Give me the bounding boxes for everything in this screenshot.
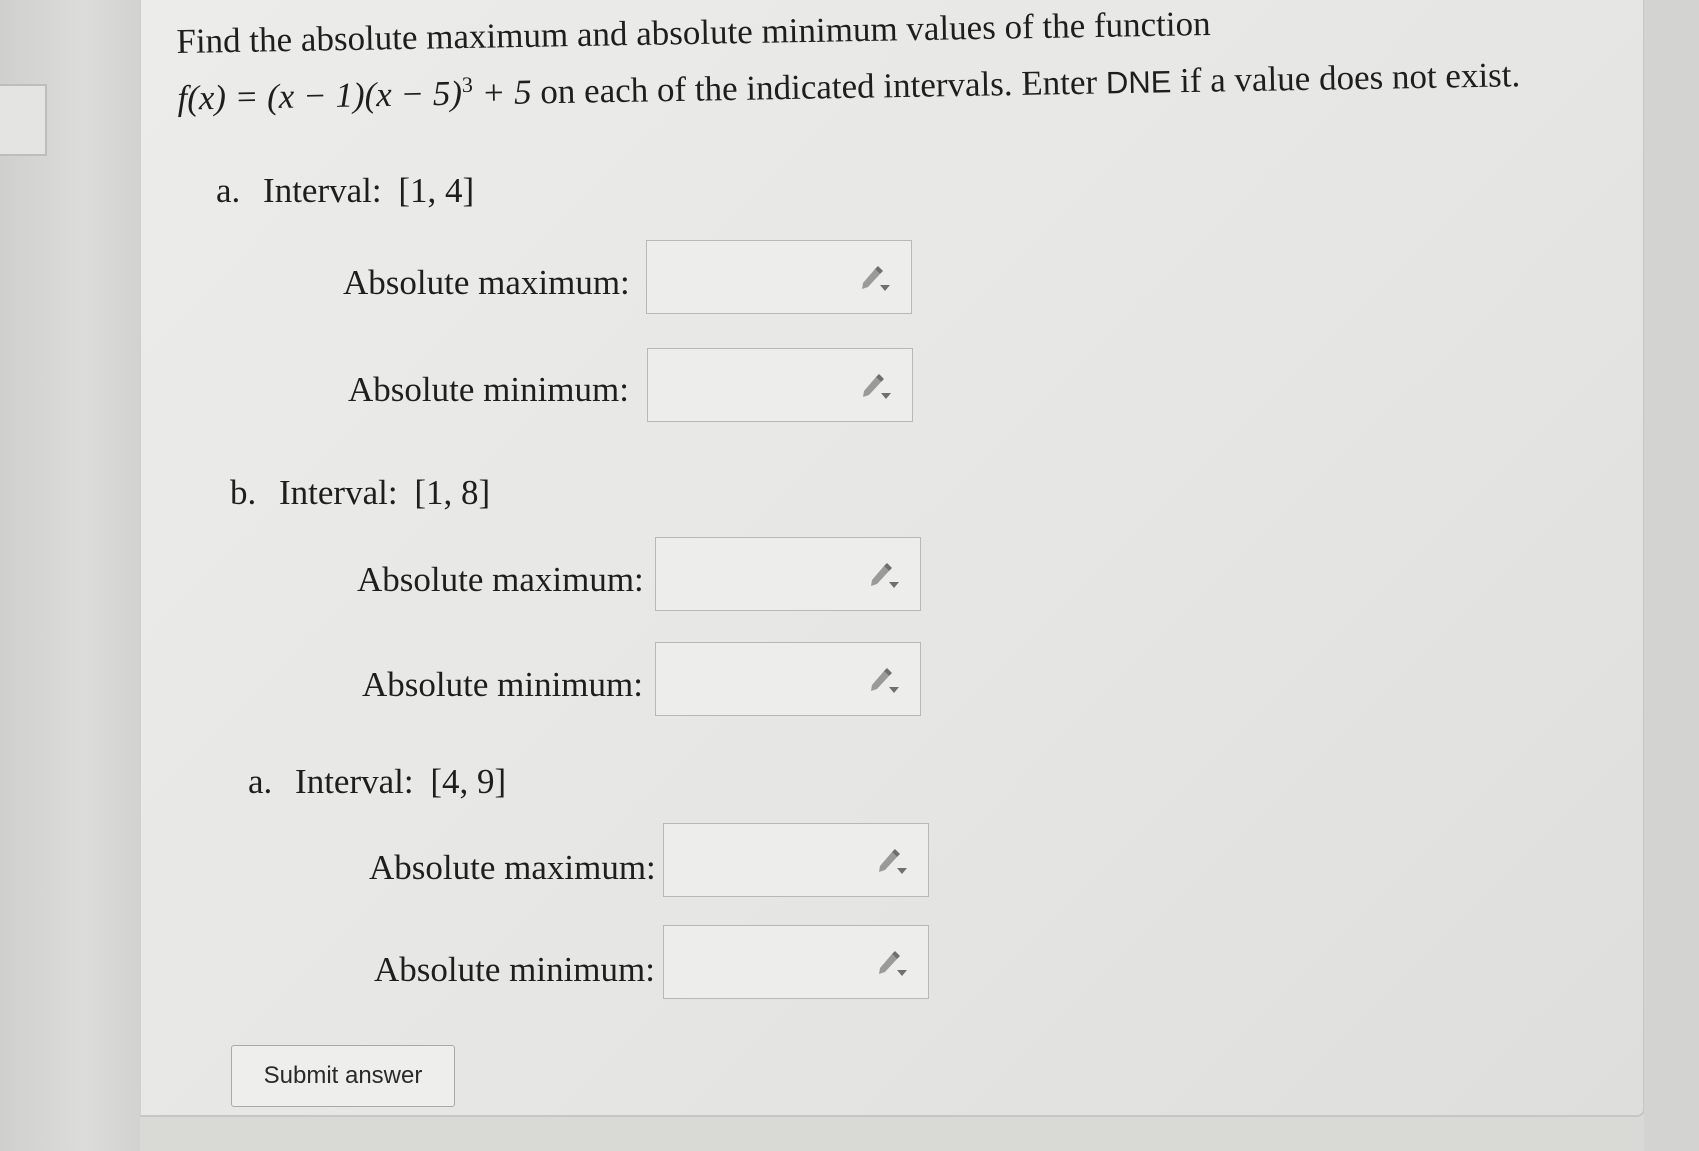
part-letter: a. bbox=[248, 762, 273, 801]
part-b-max-label: Absolute maximum: bbox=[357, 560, 644, 599]
part-c-max-input[interactable] bbox=[663, 823, 929, 897]
part-a-min-label: Absolute minimum: bbox=[348, 370, 629, 409]
part-b-max-input[interactable] bbox=[655, 537, 921, 611]
interval-label: Interval: bbox=[295, 762, 414, 801]
submit-answer-button[interactable]: Submit answer bbox=[231, 1045, 455, 1107]
prompt-line-2a: on each of the indicated intervals. Ente… bbox=[531, 62, 1107, 112]
left-sidebar-box bbox=[0, 84, 47, 156]
pencil-dropdown-icon[interactable] bbox=[868, 665, 900, 695]
part-a-max-label: Absolute maximum: bbox=[343, 263, 630, 302]
part-c-heading: a. Interval: [4, 9] bbox=[248, 762, 506, 802]
part-letter: a. bbox=[216, 171, 241, 210]
pencil-dropdown-icon[interactable] bbox=[868, 560, 900, 590]
pencil-dropdown-icon[interactable] bbox=[860, 371, 892, 401]
function-exponent: 3 bbox=[461, 71, 474, 98]
interval-label: Interval: bbox=[263, 171, 382, 210]
part-b-heading: b. Interval: [1, 8] bbox=[230, 473, 490, 513]
function-expression: f(x) = (x − 1)(x − 5) bbox=[177, 73, 463, 118]
part-b-min-label: Absolute minimum: bbox=[362, 665, 643, 704]
part-a-min-input[interactable] bbox=[647, 348, 913, 422]
part-a-heading: a. Interval: [1, 4] bbox=[216, 171, 474, 211]
part-c-min-input[interactable] bbox=[663, 925, 929, 999]
part-b-min-input[interactable] bbox=[655, 642, 921, 716]
pencil-dropdown-icon[interactable] bbox=[876, 846, 908, 876]
part-a-max-input[interactable] bbox=[646, 240, 912, 314]
part-c-min-label: Absolute minimum: bbox=[374, 950, 655, 989]
function-tail: + 5 bbox=[472, 72, 532, 113]
pencil-dropdown-icon[interactable] bbox=[859, 263, 891, 293]
interval-label: Interval: bbox=[279, 473, 398, 512]
interval-value: [1, 8] bbox=[414, 473, 491, 512]
left-margin bbox=[0, 0, 140, 1151]
dne-keyword: DNE bbox=[1105, 64, 1172, 101]
part-letter: b. bbox=[230, 473, 257, 512]
interval-value: [4, 9] bbox=[430, 762, 507, 801]
part-c-max-label: Absolute maximum: bbox=[369, 848, 656, 887]
right-margin bbox=[1644, 0, 1699, 1151]
pencil-dropdown-icon[interactable] bbox=[876, 948, 908, 978]
prompt-line-2b: if a value does not exist. bbox=[1170, 55, 1521, 101]
interval-value: [1, 4] bbox=[398, 171, 475, 210]
